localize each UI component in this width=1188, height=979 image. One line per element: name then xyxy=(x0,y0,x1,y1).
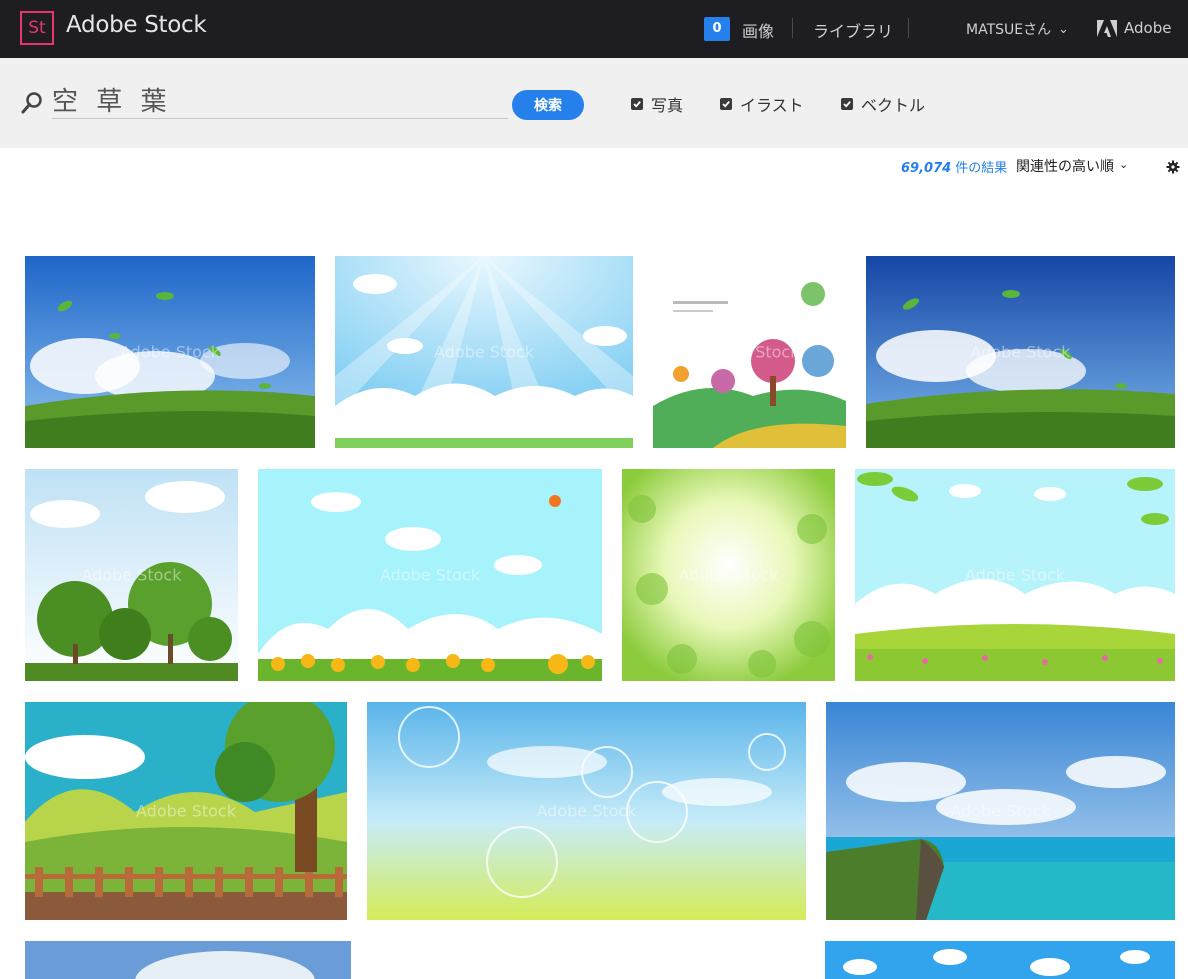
result-thumbnail[interactable]: Adobe Stock xyxy=(826,702,1175,920)
brand-name[interactable]: Adobe Stock xyxy=(66,12,207,38)
filter-photo[interactable]: 写真 xyxy=(631,92,683,116)
search-panel: 検索 写真 イラスト ベクトル xyxy=(0,58,1188,148)
result-thumbnail[interactable]: Adobe Stock xyxy=(25,702,347,920)
watermark: Adobe Stock xyxy=(970,342,1071,362)
result-thumbnail[interactable]: Adobe Stock xyxy=(367,702,806,920)
filter-label: 写真 xyxy=(651,96,684,115)
filter-label: ベクトル xyxy=(861,96,926,115)
watermark: Adobe Stock xyxy=(81,565,182,585)
search-input[interactable] xyxy=(52,80,508,119)
user-menu[interactable]: MATSUEさん xyxy=(966,19,1051,39)
result-thumbnail[interactable]: Adobe Stock xyxy=(653,256,846,448)
result-thumbnail[interactable] xyxy=(825,941,1175,979)
watermark: Adobe Stock xyxy=(380,565,480,585)
watermark: Adobe Stock xyxy=(678,565,779,585)
result-thumbnail[interactable] xyxy=(25,941,351,979)
nav-divider xyxy=(792,18,793,38)
filter-vector[interactable]: ベクトル xyxy=(841,92,925,116)
watermark: Adobe Stock xyxy=(699,342,800,362)
chevron-down-icon[interactable]: ⌄ xyxy=(1119,158,1128,171)
result-thumbnail[interactable]: Adobe Stock xyxy=(258,469,602,681)
result-thumbnail[interactable]: Adobe Stock xyxy=(335,256,633,448)
result-thumbnail[interactable]: Adobe Stock xyxy=(25,256,315,448)
watermark: Adobe Stock xyxy=(536,801,637,821)
filter-illustration[interactable]: イラスト xyxy=(720,92,804,116)
adobe-link[interactable]: Adobe xyxy=(1124,19,1171,37)
watermark: Adobe Stock xyxy=(965,565,1065,585)
result-thumbnail[interactable]: Adobe Stock xyxy=(25,469,238,681)
watermark: Adobe Stock xyxy=(120,342,220,362)
adobe-logo-icon xyxy=(1097,20,1117,37)
sort-dropdown[interactable]: 関連性の高い順 xyxy=(1016,156,1114,176)
chevron-down-icon[interactable]: ⌄ xyxy=(1058,22,1069,37)
result-thumbnail[interactable]: Adobe Stock xyxy=(855,469,1175,681)
watermark: Adobe Stock xyxy=(434,342,534,362)
nav-images[interactable]: 画像 xyxy=(742,18,774,42)
checkbox-checked-icon[interactable] xyxy=(720,98,732,110)
result-thumbnail[interactable]: Adobe Stock xyxy=(866,256,1175,448)
stock-logo[interactable]: St xyxy=(20,11,54,45)
checkbox-checked-icon[interactable] xyxy=(631,98,643,110)
watermark: Adobe Stock xyxy=(136,801,236,821)
checkbox-checked-icon[interactable] xyxy=(841,98,853,110)
search-button[interactable]: 検索 xyxy=(512,90,584,120)
results-count: 69,074 件の結果 xyxy=(901,161,1008,176)
image-count-badge[interactable]: 0 xyxy=(704,17,730,41)
nav-divider xyxy=(908,18,909,38)
result-thumbnail[interactable]: Adobe Stock xyxy=(622,469,835,681)
search-icon[interactable] xyxy=(20,91,44,115)
gear-icon[interactable] xyxy=(1166,160,1180,174)
top-bar: St Adobe Stock 0 画像 ライブラリ MATSUEさん ⌄ Ado… xyxy=(0,0,1188,58)
nav-library[interactable]: ライブラリ xyxy=(813,18,893,42)
filter-label: イラスト xyxy=(740,96,804,115)
watermark: Adobe Stock xyxy=(950,801,1051,821)
